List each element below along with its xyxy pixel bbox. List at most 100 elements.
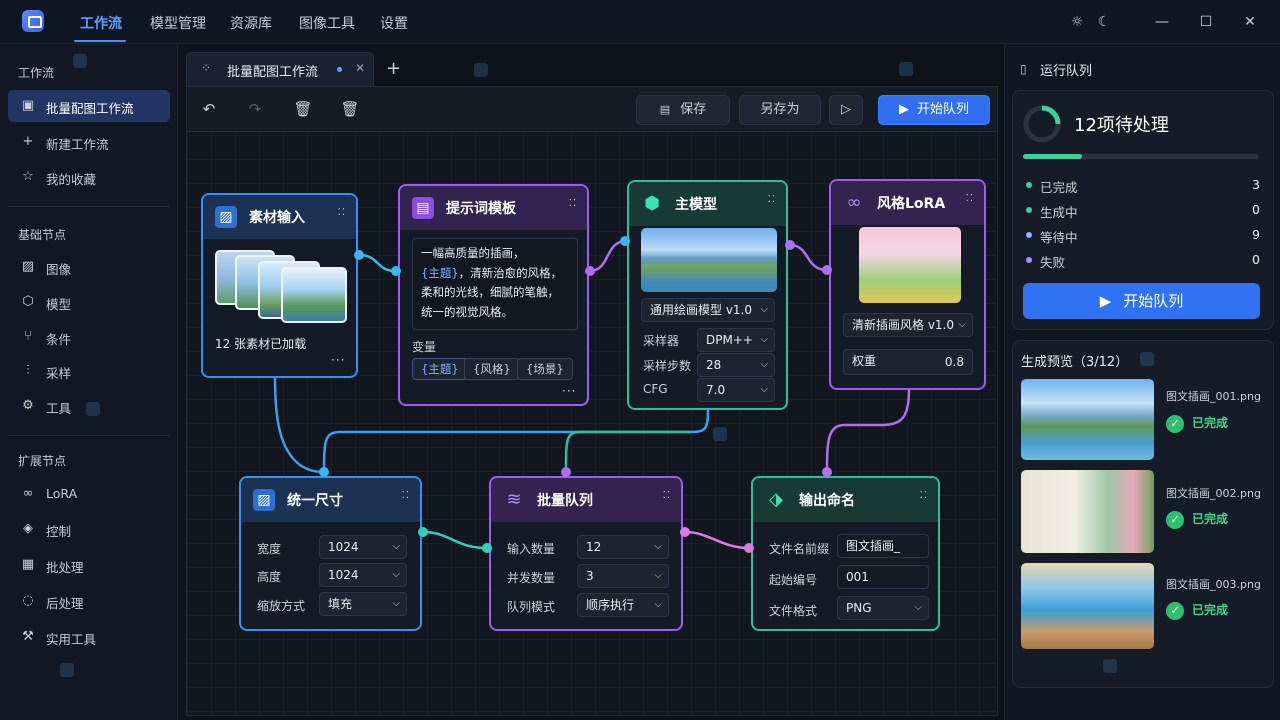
status-dot-icon [1026,207,1032,213]
format-value: PNG [846,601,872,615]
node-batch-queue[interactable]: ≋ 批量队列 ⁚⁚ 输入数量 12 ⌵ 并发数量 3 ⌵ 队列模式 顺序执行 ⌵ [489,476,683,631]
queue-start-label: 开始队列 [1123,292,1184,310]
chevron-down-icon: ⌵ [958,319,966,330]
layers-icon: ≋ [506,489,522,510]
check-icon: ✓ [1166,415,1184,433]
queue-row-failed: 失败 0 [1026,252,1260,270]
drag-handle-icon[interactable]: ⁚⁚ [663,490,671,501]
queue-row-label: 等待中 [1040,230,1078,245]
lora-select[interactable]: 清新插画风格 v1.0 ⌵ [843,313,973,337]
prompt-textarea[interactable]: 一幅高质量的插画， {主题}，清新治愈的风格， 柔和的光线，细腻的笔触， 统一的… [412,238,578,330]
chevron-down-icon: ⌵ [914,602,922,613]
chevron-down-icon: ⌵ [760,359,768,370]
steps-label: 采样步数 [643,359,692,373]
variable-tag[interactable]: {主题} [412,358,468,380]
node-prompt-template[interactable]: ▤ 提示词模板 ⁚⁚ 一幅高质量的插画， {主题}，清新治愈的风格， 柔和的光线… [398,184,589,406]
port-input[interactable] [822,467,832,477]
height-value: 1024 [328,568,359,582]
concurrency-select[interactable]: 3 ⌵ [577,564,669,588]
more-icon[interactable]: ··· [331,353,345,367]
drag-handle-icon[interactable]: ⁚⁚ [966,193,974,204]
queue-progress-bar [1023,154,1259,159]
width-select[interactable]: 1024 ⌵ [319,535,407,559]
chevron-down-icon: ⌵ [654,570,662,581]
preview-title: 生成预览（3/12） [1021,355,1129,370]
queue-file-icon: ▯ [1020,62,1027,76]
port-output[interactable] [585,266,595,276]
preview-status-label: 已完成 [1192,512,1229,526]
port-output[interactable] [354,250,364,260]
variables-label: 变量 [412,340,437,354]
steps-value: 28 [706,358,722,372]
node-style-lora[interactable]: ∞ 风格LoRA ⁚⁚ 清新插画风格 v1.0 ⌵ 权重 0.8 [829,179,986,390]
drag-handle-icon[interactable]: ⁚⁚ [920,490,928,501]
count-select[interactable]: 12 ⌵ [577,535,669,559]
image-icon: ▨ [215,206,237,228]
wire-prompt-model [589,239,627,273]
port-output[interactable] [418,527,428,537]
weight-value: 0.8 [944,355,964,369]
node-title: 主模型 [675,197,717,213]
preview-thumb-2[interactable] [1021,470,1154,553]
drag-handle-icon[interactable]: ⁚⁚ [402,490,410,501]
node-title: 提示词模板 [446,201,516,217]
watermark-icon [73,54,87,68]
port-output[interactable] [785,240,795,250]
wire-model-batch [564,430,690,473]
queue-start-button[interactable]: ▶ 开始队列 [1023,283,1260,319]
model-select[interactable]: 通用绘画模型 v1.0 ⌵ [641,298,775,322]
port-input[interactable] [482,543,492,553]
node-material-input[interactable]: ▨ 素材输入 ⁚⁚ 12 张素材已加载 ··· [201,193,358,378]
document-icon: ▤ [412,197,434,219]
start-number-input[interactable]: 001 [837,565,929,589]
cfg-select[interactable]: 7.0 ⌵ [697,378,775,402]
height-select[interactable]: 1024 ⌵ [319,563,407,587]
drag-handle-icon[interactable]: ⁚⁚ [338,207,346,218]
sampler-label: 采样器 [643,334,680,348]
watermark-icon [474,63,488,77]
scale-value: 填充 [328,597,353,611]
prompt-line: 一幅高质量的插画， [421,246,525,260]
prompt-variable: {主题} [421,265,459,280]
prefix-input[interactable]: 图文插画_ [837,534,929,558]
chevron-down-icon: ⌵ [392,569,400,580]
chevron-down-icon: ⌵ [654,599,662,610]
drag-handle-icon[interactable]: ⁚⁚ [768,194,776,205]
drag-handle-icon[interactable]: ⁚⁚ [569,198,577,209]
preview-filename: 图文插画_002.png [1166,487,1261,500]
steps-select[interactable]: 28 ⌵ [697,353,775,377]
width-value: 1024 [328,540,359,554]
sampler-select[interactable]: DPM++ 2M⌵ [697,328,775,369]
prefix-value: 图文插画_ [846,539,901,553]
wire-input-size [273,377,325,474]
format-select[interactable]: PNG ⌵ [837,596,929,620]
image-icon: ▨ [253,489,275,511]
variable-tag[interactable]: {风格} [464,358,520,380]
port-input[interactable] [744,543,754,553]
port-input[interactable] [391,266,401,276]
pending-count: 12项待处理 [1074,115,1169,136]
node-uniform-size[interactable]: ▨ 统一尺寸 ⁚⁚ 宽度 1024 ⌵ 高度 1024 ⌵ 缩放方式 填充 ⌵ [239,476,422,631]
more-icon[interactable]: ··· [562,384,576,398]
port-input[interactable] [620,236,630,246]
weight-field[interactable]: 权重 0.8 [843,349,973,375]
preview-thumb-3[interactable] [1021,563,1154,649]
node-output-naming[interactable]: ⬗ 输出命名 ⁚⁚ 文件名前缀 图文插画_ 起始编号 001 文件格式 PNG ⌵ [751,476,940,631]
scale-select[interactable]: 填充 ⌵ [319,592,407,616]
material-thumb [281,267,347,323]
mode-select[interactable]: 顺序执行 ⌵ [577,593,669,617]
variable-tag[interactable]: {场景} [517,358,573,380]
preview-thumb-1[interactable] [1021,379,1154,460]
port-output[interactable] [680,527,690,537]
chevron-down-icon: ⌵ [760,384,768,395]
node-main-model[interactable]: ⬢ 主模型 ⁚⁚ 通用绘画模型 v1.0 ⌵ 采样器 DPM++ 2M⌵ 采样步数… [627,180,788,410]
queue-row-value: 0 [1252,202,1260,217]
lora-select-value: 清新插画风格 v1.0 [852,318,955,332]
queue-title: 运行队列 [1040,64,1093,79]
prefix-label: 文件名前缀 [769,542,830,556]
port-input[interactable] [319,467,329,477]
watermark-icon [60,663,74,677]
node-title: 素材输入 [249,210,305,226]
port-input[interactable] [561,467,571,477]
port-input[interactable] [822,265,832,275]
